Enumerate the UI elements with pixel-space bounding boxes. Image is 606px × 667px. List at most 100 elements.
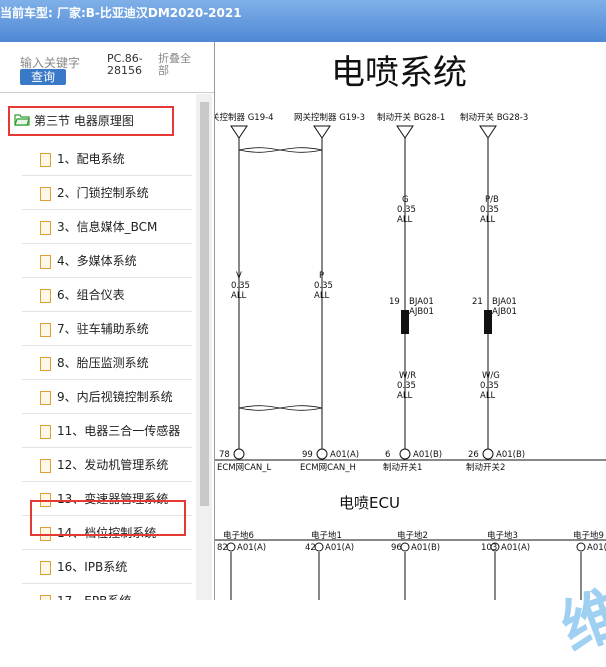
search-button[interactable]: 查询 <box>20 69 66 85</box>
connector-header: 制动开关 BG28-1 <box>377 112 445 123</box>
connector-pin: 21 <box>472 297 483 307</box>
tree-item[interactable]: 11、电器三合一传感器 <box>40 420 180 442</box>
ecu-label: 电喷ECU <box>339 494 400 512</box>
connector-code: AJB01 <box>492 307 517 317</box>
tree-item-label: 2、门锁控制系统 <box>57 186 149 200</box>
ecu-pin-label: 制动开关2 <box>466 462 505 473</box>
ground-pin-circle <box>400 542 410 552</box>
tree-divider <box>22 175 192 176</box>
wire-note: ALL <box>480 215 496 225</box>
ground-pin-circle <box>314 542 324 552</box>
document-icon <box>40 424 51 439</box>
left-panel: 输入关键字 查询 PC.86-28156 折叠全部 第三节 电器原理图 1、配电… <box>0 42 215 600</box>
scrollbar-thumb[interactable] <box>200 102 209 506</box>
tree-item[interactable]: 12、发动机管理系统 <box>40 454 168 476</box>
ground-pin-circle <box>576 542 586 552</box>
wire-size: 0.35 <box>480 205 499 215</box>
connector-code: AJB01 <box>409 307 434 317</box>
wire-note: ALL <box>314 291 330 301</box>
tree-item[interactable]: 3、信息媒体_BCM <box>40 216 157 238</box>
ecu-pin-number: 6 <box>385 450 390 460</box>
wire-size: 0.35 <box>397 381 416 391</box>
tree-item[interactable]: 8、胎压监测系统 <box>40 352 149 374</box>
ground-pin: 103 <box>481 543 497 553</box>
document-icon <box>40 322 51 337</box>
connector-code: BJA01 <box>492 297 517 307</box>
highlight-box <box>30 500 186 536</box>
connector-symbol <box>396 125 414 139</box>
ground-code: A01(A) <box>501 543 530 553</box>
twisted-pair <box>238 405 323 411</box>
ground-code: A01(A) <box>587 543 606 553</box>
tree-folder[interactable]: 第三节 电器原理图 <box>8 106 174 136</box>
ground-code: A01(A) <box>325 543 354 553</box>
ground-pin: 96 <box>391 543 402 553</box>
document-icon <box>40 390 51 405</box>
tree-item[interactable]: 16、IPB系统 <box>40 556 127 578</box>
ecu-pin-code: A01(A) <box>330 450 359 460</box>
wire-size: 0.35 <box>231 281 250 291</box>
connector-code: BJA01 <box>409 297 434 307</box>
pc-code: PC.86-28156 <box>107 52 143 77</box>
ground-code: A01(B) <box>411 543 440 553</box>
tree-item[interactable]: 2、门锁控制系统 <box>40 182 149 204</box>
document-icon <box>40 594 51 600</box>
tree-item[interactable]: 9、内后视镜控制系统 <box>40 386 173 408</box>
ecu-pin-number: 26 <box>468 450 479 460</box>
tree-divider <box>22 413 192 414</box>
wire-color: W/G <box>482 371 500 381</box>
document-icon <box>40 458 51 473</box>
ground-name: 电子地6 <box>223 530 254 541</box>
ground-name: 电子地9 <box>573 530 604 541</box>
connector-symbol <box>230 125 248 139</box>
ground-pin-circle <box>226 542 236 552</box>
wire-color: W/R <box>399 371 416 381</box>
wire-note: ALL <box>397 391 413 401</box>
window-title: 当前车型: 厂家:B-比亚迪汉DM2020-2021 <box>0 6 242 20</box>
tree-divider <box>22 243 192 244</box>
wire-size: 0.35 <box>480 381 499 391</box>
ecu-pin-code: A01(B) <box>413 450 442 460</box>
connector-symbol <box>479 125 497 139</box>
diagram-title: 电喷系统 <box>331 53 467 93</box>
ecu-pin-circle <box>482 448 494 460</box>
tree-item[interactable]: 17、EPB系统 <box>40 590 131 600</box>
ecu-pin-label: ECM网CAN_L <box>217 463 271 473</box>
ground-name: 电子地1 <box>311 530 342 541</box>
ecu-pin-label: 制动开关1 <box>383 462 422 473</box>
tree-divider <box>22 379 192 380</box>
tree-divider <box>22 447 192 448</box>
tree-item-label: 8、胎压监测系统 <box>57 356 149 370</box>
connector-pin: 19 <box>389 297 400 307</box>
fold-all-button[interactable]: 折叠全部 <box>158 53 198 77</box>
tree-item[interactable]: 4、多媒体系统 <box>40 250 137 272</box>
tree-folder-label: 第三节 电器原理图 <box>34 114 134 128</box>
ecu-pin-label: ECM网CAN_H <box>300 463 356 473</box>
connector-header: 制动开关 BG28-3 <box>460 112 528 123</box>
ground-code: A01(A) <box>237 543 266 553</box>
tree-item[interactable]: 1、配电系统 <box>40 148 125 170</box>
document-icon <box>40 254 51 269</box>
wire-note: ALL <box>480 391 496 401</box>
document-icon <box>40 152 51 167</box>
tree-item-label: 9、内后视镜控制系统 <box>57 390 173 404</box>
tree-divider <box>22 481 192 482</box>
document-icon <box>40 186 51 201</box>
document-icon <box>40 560 51 575</box>
tree-item-label: 7、驻车辅助系统 <box>57 322 149 336</box>
connector-block <box>484 310 492 334</box>
tree-divider <box>22 345 192 346</box>
ecu-pin-circle <box>399 448 411 460</box>
tree-item-label: 12、发动机管理系统 <box>57 458 169 472</box>
ecu-pin-code: A01(B) <box>496 450 525 460</box>
wire-color: P/B <box>485 195 499 205</box>
document-icon <box>40 356 51 371</box>
tree-item[interactable]: 7、驻车辅助系统 <box>40 318 149 340</box>
tree-item[interactable]: 6、组合仪表 <box>40 284 125 306</box>
ground-name: 电子地2 <box>397 530 428 541</box>
wire-color: P <box>319 271 324 281</box>
ecu-pin-circle <box>316 448 328 460</box>
tree-item-label: 17、EPB系统 <box>57 594 131 600</box>
ecu-pin-number: 78 <box>219 450 230 460</box>
tree-divider <box>22 311 192 312</box>
